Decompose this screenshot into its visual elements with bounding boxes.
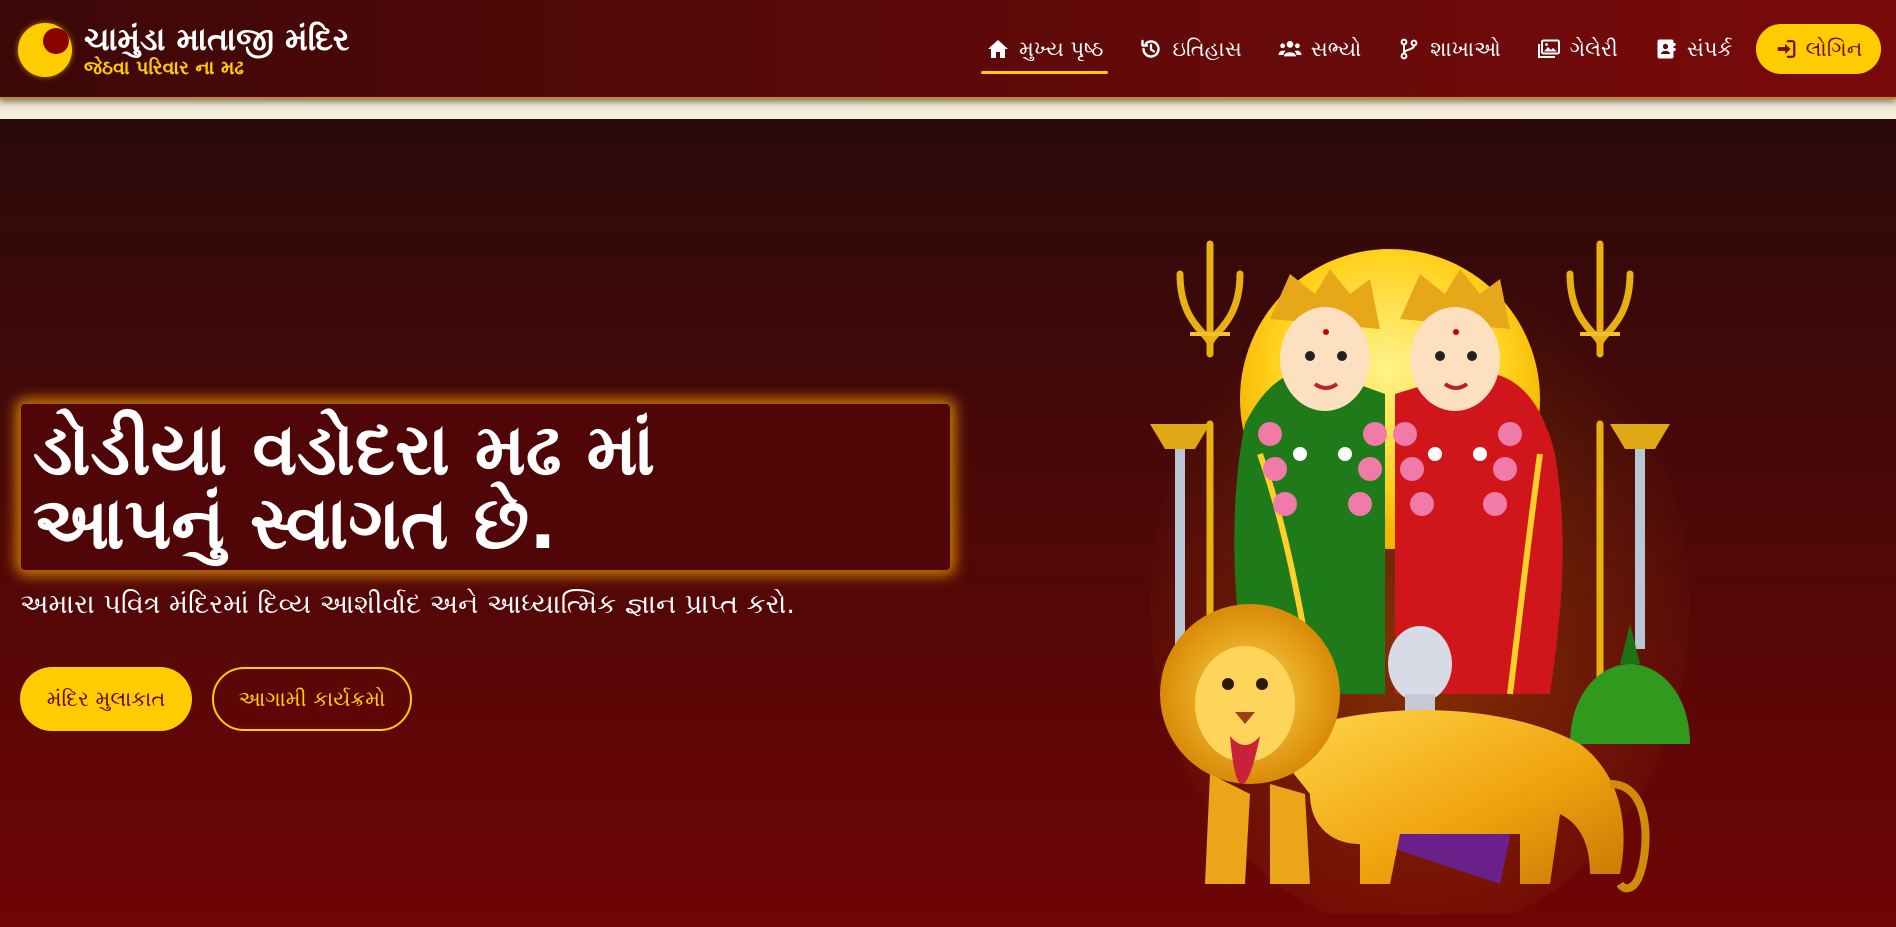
nav-item-contact[interactable]: સંપર્ક: [1649, 24, 1737, 74]
brand-link[interactable]: ચામુંડા માતાજી મંદિર જેઠવા પરિવાર ના મઢ: [18, 22, 349, 78]
nav-item-gallery[interactable]: ગેલેરી: [1532, 24, 1623, 74]
nav-item-label: શાખાઓ: [1430, 36, 1501, 61]
nav-item-branches[interactable]: શાખાઓ: [1392, 24, 1505, 74]
top-navbar: ચામુંડા માતાજી મંદિર જેઠવા પરિવાર ના મઢ …: [0, 0, 1896, 99]
hero-subtext: અમારા પવિત્ર મંદિરમાં દિવ્ય આશીર્વાદ અને…: [20, 589, 795, 620]
cream-divider: [0, 99, 1896, 119]
hero-section: ડોડીયા વડોદરા મઢ માં આપનું સ્વાગત છે. અમ…: [0, 119, 1896, 927]
brand-title: ચામુંડા માતાજી મંદિર: [84, 19, 350, 58]
headline-line-1: ડોડીયા વડોદરા મઢ માં: [33, 407, 656, 491]
home-icon: [986, 37, 1010, 61]
contact-icon: [1654, 37, 1678, 61]
upcoming-events-button[interactable]: આગામી કાર્યક્રમો: [212, 667, 412, 731]
login-button[interactable]: લોગિન: [1756, 24, 1881, 74]
nav-item-label: સંપર્ક: [1686, 36, 1733, 61]
nav-item-label: ઇતિહાસ: [1172, 36, 1242, 61]
nav-item-label: સભ્યો: [1310, 36, 1362, 61]
brand-subtitle: જેઠવા પરિવાર ના મઢ: [84, 56, 244, 79]
main-nav: મુખ્ય પૃષ્ઠ ઇતિહાસ સભ્યો શાખાઓ ગેલેરી સં…: [981, 24, 1763, 74]
nav-item-history[interactable]: ઇતિહાસ: [1134, 24, 1246, 74]
nav-item-label: મુખ્ય પૃષ્ઠ: [1019, 36, 1104, 61]
brand-text: ચામુંડા માતાજી મંદિર જેઠવા પરિવાર ના મઢ: [84, 23, 349, 78]
sign-in-icon: [1775, 38, 1797, 60]
nav-item-members[interactable]: સભ્યો: [1273, 24, 1367, 74]
nav-item-label: ગેલેરી: [1569, 36, 1618, 61]
users-icon: [1278, 37, 1302, 61]
branch-icon: [1397, 37, 1421, 61]
sun-moon-logo-icon: [18, 23, 72, 77]
gallery-icon: [1537, 37, 1561, 61]
history-icon: [1139, 37, 1163, 61]
headline-box: ડોડીયા વડોદરા મઢ માં આપનું સ્વાગત છે.: [20, 403, 951, 571]
visit-temple-button[interactable]: મંદિર મુલાકાત: [20, 667, 192, 731]
nav-item-home[interactable]: મુખ્ય પૃષ્ઠ: [981, 24, 1109, 74]
hero-headline: ડોડીયા વડોદરા મઢ માં આપનું સ્વાગત છે.: [33, 412, 938, 560]
login-label: લોગિન: [1805, 36, 1863, 61]
goddess-illustration: [1150, 240, 1690, 914]
headline-line-2: આપનું સ્વાગત છે.: [33, 481, 557, 565]
